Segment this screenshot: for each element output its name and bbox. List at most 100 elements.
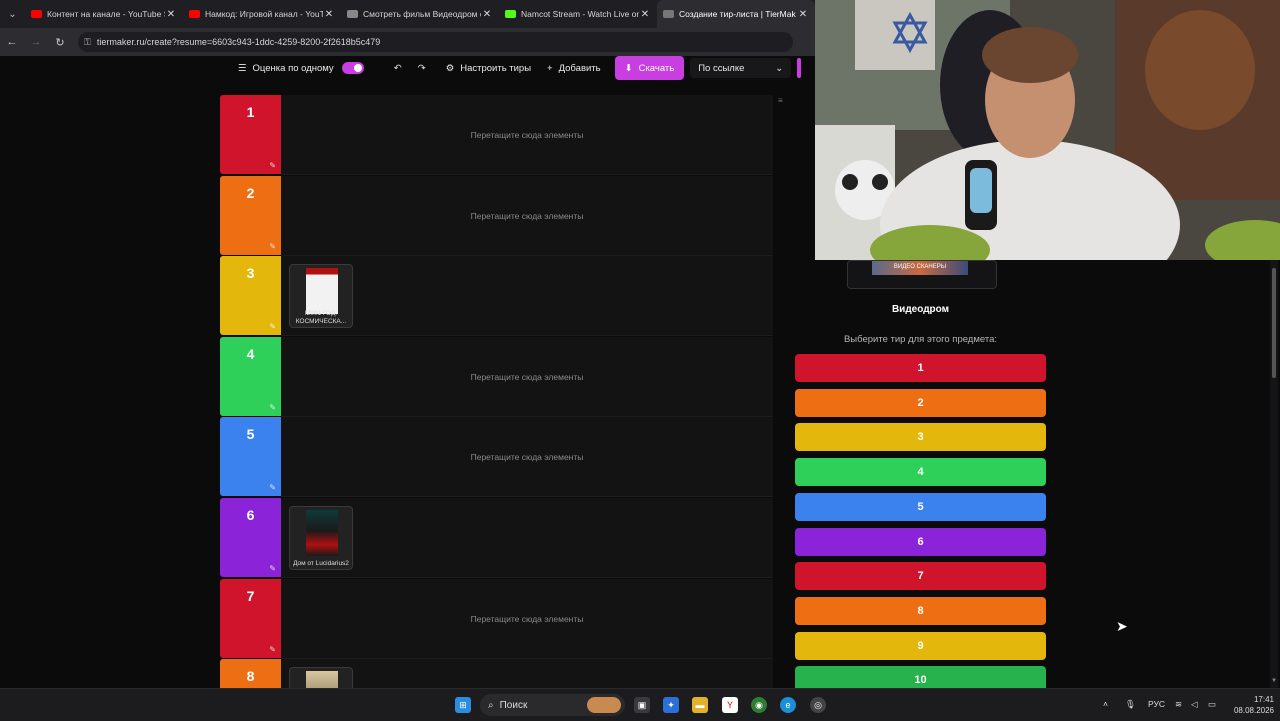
tier-choice-button[interactable]: 2 — [795, 389, 1046, 417]
tier-drop-zone[interactable] — [281, 659, 773, 690]
tier-item-poster-image — [306, 510, 338, 556]
reload-icon[interactable]: ↻ — [48, 28, 72, 56]
back-arrow-icon[interactable]: ← — [0, 28, 24, 56]
clock-time: 17:41 — [1253, 695, 1274, 704]
obs-icon[interactable]: ◎ — [810, 697, 826, 713]
search-icon: ⌕ — [488, 699, 494, 711]
close-tab-icon[interactable]: ✕ — [797, 9, 809, 20]
tier-drop-zone[interactable]: Перетащите сюда элементы — [281, 579, 773, 659]
microphone-icon[interactable]: 🎙 — [1125, 699, 1136, 710]
tier-choice-button[interactable]: 7 — [795, 562, 1046, 590]
pencil-icon[interactable]: ✎ — [269, 322, 276, 331]
browser-tab[interactable]: Создание тир-листа | TierMak ✕ — [657, 0, 815, 28]
windows-start-icon[interactable]: ⊞ — [455, 697, 471, 713]
close-tab-icon[interactable]: ✕ — [323, 9, 335, 20]
tier-label[interactable]: 2 ✎ — [220, 176, 281, 255]
close-tab-icon[interactable]: ✕ — [165, 9, 177, 20]
url-field[interactable]: ⚿ tiermaker.ru/create?resume=6603c943-1d… — [78, 32, 793, 52]
tier-row: 2 ✎ Перетащите сюда элементы — [220, 176, 773, 256]
tray-chevron-up-icon[interactable]: ˄ — [1103, 699, 1108, 709]
pencil-icon[interactable]: ✎ — [269, 483, 276, 492]
tier-item-card[interactable] — [289, 667, 353, 690]
tier-label[interactable]: 1 ✎ — [220, 95, 281, 174]
tier-drop-zone[interactable]: Перетащите сюда элементы — [281, 337, 773, 417]
scrollbar-thumb[interactable] — [1272, 268, 1276, 378]
tier-label[interactable]: 8✎ — [220, 659, 281, 690]
redo-icon[interactable]: ↷ — [410, 58, 434, 78]
tier-item-caption: I2001 ГОД: КОСМИЧЕСКА... — [295, 310, 347, 325]
tier-drop-zone[interactable]: Перетащите сюда элементы — [281, 417, 773, 497]
clock-date: 08.08.2026 — [1233, 706, 1274, 715]
pencil-icon[interactable]: ✎ — [269, 403, 276, 412]
tab-title: Namcot Stream - Watch Live on — [521, 9, 639, 19]
tier-choice-button[interactable]: 5 — [795, 493, 1046, 521]
task-view-icon[interactable]: ▣ — [634, 697, 650, 713]
one-by-one-label: Оценка по одному — [252, 62, 334, 74]
tier-item-card[interactable]: I2001 ГОД: КОСМИЧЕСКА... — [289, 264, 353, 328]
one-by-one-toggle-group[interactable]: ☰ Оценка по одному — [230, 58, 372, 78]
tier-item-card[interactable]: Дом от Lucidarius2 — [289, 506, 353, 570]
pencil-icon[interactable]: ✎ — [269, 161, 276, 170]
forward-arrow-icon[interactable]: → — [24, 28, 48, 56]
pencil-icon[interactable]: ✎ — [269, 645, 276, 654]
pencil-icon[interactable]: ✎ — [269, 242, 276, 251]
tier-choice-button[interactable]: 9 — [795, 632, 1046, 660]
download-button[interactable]: ⬇ Скачать — [614, 56, 685, 80]
copilot-icon[interactable]: ✦ — [663, 697, 679, 713]
taskbar-clock[interactable]: 17:41 08.08.2026 — [1224, 694, 1274, 716]
download-icon: ⬇ — [624, 62, 633, 74]
configure-tiers-button[interactable]: ⚙ Настроить тиры — [438, 58, 539, 78]
search-highlight-image — [587, 697, 621, 713]
tier-label[interactable]: 5 ✎ — [220, 417, 281, 496]
tier-drop-zone[interactable]: Перетащите сюда элементы — [281, 176, 773, 256]
browser-tab-bar: ⌄ Контент на канале - YouTube S ✕ Намкод: … — [0, 0, 815, 28]
scroll-down-arrow-icon[interactable]: ▼ — [1270, 678, 1278, 684]
tier-choice-button[interactable]: 1 — [795, 354, 1046, 382]
drag-handle-icon[interactable]: ≡ — [778, 96, 783, 105]
taskbar-search[interactable]: ⌕ Поиск — [480, 694, 625, 716]
cut-off-button-edge[interactable] — [797, 58, 802, 78]
tier-row: 6 ✎ Дом от Lucidarius2 — [220, 498, 773, 578]
one-by-one-toggle[interactable] — [341, 62, 364, 74]
browser-tab[interactable]: Namcot Stream - Watch Live on ✕ — [499, 0, 657, 28]
tier-label-text: 6 — [246, 507, 255, 523]
browser-tab[interactable]: Намкод: Игровой канал - YouT ✕ — [183, 0, 341, 28]
tier-label-text: 3 — [246, 265, 255, 281]
add-button[interactable]: + Добавить — [539, 58, 609, 78]
tier-label[interactable]: 3 ✎ — [220, 256, 281, 335]
tier-choice-button[interactable]: 4 — [795, 458, 1046, 486]
tier-row: 7 ✎ Перетащите сюда элементы — [220, 579, 773, 659]
language-indicator[interactable]: РУС — [1148, 699, 1165, 709]
edge-icon[interactable]: e — [780, 697, 796, 713]
battery-icon[interactable]: ▭ — [1208, 699, 1216, 710]
tier-label[interactable]: 7 ✎ — [220, 579, 281, 658]
tab-title: Намкод: Игровой канал - YouT — [205, 9, 323, 19]
tab-title: Контент на канале - YouTube S — [47, 9, 165, 19]
tier-choice-button[interactable]: 6 — [795, 528, 1046, 556]
tier-list: 1 ✎ Перетащите сюда элементы 2 ✎ Перетащите с… — [220, 95, 773, 690]
pencil-icon[interactable]: ✎ — [269, 564, 276, 573]
close-tab-icon[interactable]: ✕ — [481, 9, 493, 20]
tier-drop-zone[interactable]: Перетащите сюда элементы — [281, 95, 773, 175]
tier-drop-zone[interactable]: I2001 ГОД: КОСМИЧЕСКА... — [281, 256, 773, 336]
tier-choice-button[interactable]: 3 — [795, 423, 1046, 451]
tier-choice-button[interactable]: 8 — [795, 597, 1046, 625]
close-tab-icon[interactable]: ✕ — [639, 9, 651, 20]
wifi-icon[interactable]: ≋ — [1175, 699, 1182, 710]
tier-label[interactable]: 6 ✎ — [220, 498, 281, 577]
browser-tab[interactable]: Контент на канале - YouTube S ✕ — [25, 0, 183, 28]
plus-icon: + — [547, 62, 553, 74]
tier-label-text: 5 — [246, 426, 255, 442]
tier-drop-zone[interactable]: Дом от Lucidarius2 — [281, 498, 773, 578]
tier-label[interactable]: 4 ✎ — [220, 337, 281, 416]
browser-tab[interactable]: Смотреть фильм Видеодром о ✕ — [341, 0, 499, 28]
undo-icon[interactable]: ↶ — [386, 58, 410, 78]
yandex-browser-icon[interactable]: Y — [722, 697, 738, 713]
file-explorer-icon[interactable]: ▬ — [692, 697, 708, 713]
chrome-icon[interactable]: ◉ — [751, 697, 767, 713]
page-scrollbar[interactable] — [1270, 260, 1278, 688]
share-select[interactable]: По ссылке ⌄ — [690, 58, 792, 78]
volume-icon[interactable]: ◁ — [1191, 699, 1198, 710]
tier-label-text: 4 — [246, 346, 255, 362]
tab-list-chevron-down-icon[interactable]: ⌄ — [0, 0, 25, 28]
